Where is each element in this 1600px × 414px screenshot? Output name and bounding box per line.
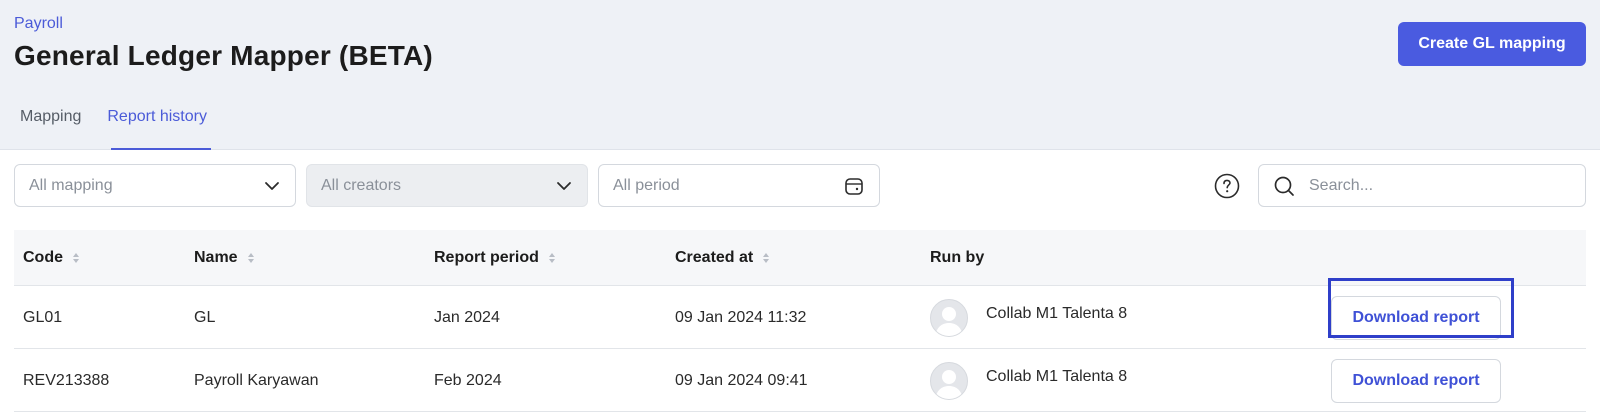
report-history-table: Code Name Report period Created at Run b… — [14, 230, 1586, 412]
cell-run-by: Collab M1 Talenta 8 — [930, 349, 1127, 412]
column-header-report-period[interactable]: Report period — [434, 230, 555, 286]
period-filter-datepicker[interactable]: All period — [598, 164, 880, 207]
mapping-filter-select[interactable]: All mapping — [14, 164, 296, 207]
period-filter-label: All period — [613, 176, 680, 194]
cell-name: Payroll Karyawan — [194, 371, 319, 389]
search-box[interactable] — [1258, 164, 1586, 207]
create-gl-mapping-button[interactable]: Create GL mapping — [1398, 22, 1586, 66]
column-header-label: Report period — [434, 249, 539, 266]
sort-icon — [73, 253, 79, 263]
avatar-icon — [935, 306, 963, 336]
table-row: REV213388 Payroll Karyawan Feb 2024 09 J… — [14, 349, 1586, 412]
column-header-label: Created at — [675, 249, 754, 266]
cell-report-period: Feb 2024 — [434, 371, 502, 389]
chevron-down-icon — [557, 181, 571, 190]
page-header: Payroll General Ledger Mapper (BETA) Cre… — [0, 0, 1600, 150]
run-by-name: Collab M1 Talenta 8 — [986, 304, 1128, 322]
chevron-down-icon — [265, 181, 279, 190]
breadcrumb-payroll[interactable]: Payroll — [14, 15, 63, 33]
tab-mapping[interactable]: Mapping — [20, 96, 81, 150]
avatar-icon — [935, 369, 963, 399]
table-row: GL01 GL Jan 2024 09 Jan 2024 11:32 Colla… — [14, 286, 1586, 349]
avatar — [930, 298, 968, 337]
column-header-run-by: Run by — [930, 230, 984, 286]
sort-icon — [247, 253, 254, 263]
tab-bar: Mapping Report history — [0, 96, 213, 150]
cell-code: GL01 — [23, 308, 63, 326]
cell-name: GL — [194, 308, 216, 326]
cell-created-at: 09 Jan 2024 11:32 — [675, 308, 807, 326]
creators-filter-label: All creators — [321, 176, 402, 194]
sort-icon — [548, 253, 555, 263]
sort-icon — [763, 253, 770, 263]
download-report-button[interactable]: Download report — [1331, 358, 1501, 403]
cell-created-at: 09 Jan 2024 09:41 — [675, 371, 808, 389]
cell-action: Download report — [1331, 349, 1501, 412]
column-header-created-at[interactable]: Created at — [675, 230, 770, 286]
cell-report-period: Jan 2024 — [434, 308, 500, 326]
cell-code: REV213388 — [23, 371, 110, 389]
column-header-label: Name — [194, 249, 238, 266]
column-header-label: Code — [23, 249, 63, 266]
cell-run-by: Collab M1 Talenta 8 — [930, 286, 1127, 349]
tab-report-history[interactable]: Report history — [107, 96, 211, 150]
avatar — [930, 361, 968, 400]
page-title: General Ledger Mapper (BETA) — [14, 40, 433, 71]
calendar-icon — [845, 177, 863, 195]
column-header-label: Run by — [930, 249, 985, 266]
mapping-filter-label: All mapping — [29, 176, 113, 194]
download-report-button[interactable]: Download report — [1331, 295, 1501, 340]
column-header-code[interactable]: Code — [23, 230, 79, 286]
search-icon — [1274, 176, 1294, 196]
run-by-name: Collab M1 Talenta 8 — [986, 367, 1128, 385]
cell-action: Download report — [1331, 286, 1501, 349]
table-header: Code Name Report period Created at Run b… — [14, 230, 1586, 286]
search-input[interactable] — [1309, 176, 1571, 195]
creators-filter-select[interactable]: All creators — [306, 164, 588, 207]
column-header-name[interactable]: Name — [194, 230, 254, 286]
help-icon[interactable] — [1214, 173, 1240, 199]
